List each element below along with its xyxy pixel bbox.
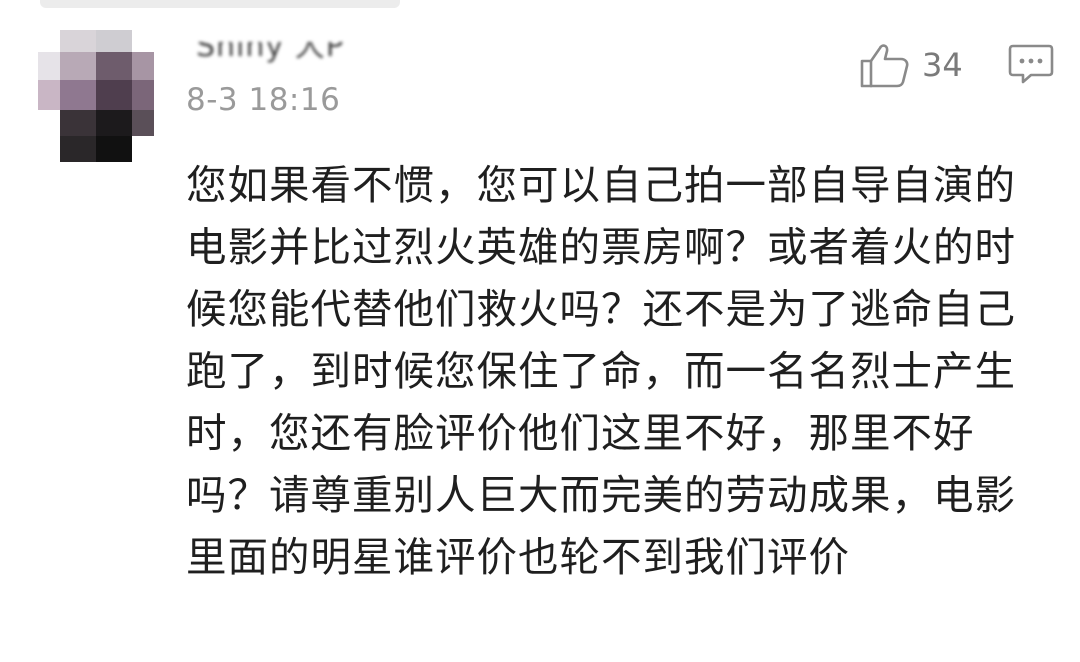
comment-bubble-icon	[1008, 44, 1054, 84]
like-count: 34	[922, 46, 963, 84]
thumbs-up-icon	[860, 44, 909, 88]
avatar-pixel	[96, 52, 132, 80]
avatar-pixel	[96, 110, 132, 136]
avatar-pixel	[96, 80, 132, 110]
timestamp: 8-3 18:16	[186, 82, 341, 118]
avatar-pixel	[132, 110, 154, 136]
previous-item-shadow	[40, 0, 400, 8]
avatar-pixel	[60, 110, 96, 136]
avatar-pixel	[132, 52, 154, 80]
avatar-pixel	[132, 80, 154, 110]
comment-text: 您如果看不惯，您可以自己拍一部自导自演的电影并比过烈火英雄的票房啊？或者着火的时…	[186, 161, 1016, 581]
avatar[interactable]	[38, 30, 154, 162]
username-text: Shiny 大P	[196, 42, 345, 64]
username[interactable]: Shiny 大P	[196, 42, 396, 68]
avatar-pixel	[60, 80, 96, 110]
like-button[interactable]: 34	[858, 40, 963, 90]
previous-item-edge	[0, 0, 1080, 14]
comment-item: Shiny 大P 8-3 18:16 34 您如果看不惯，您可以自己拍一部自导自…	[0, 14, 1080, 662]
avatar-pixel	[96, 136, 132, 162]
avatar-pixel	[60, 136, 96, 162]
avatar-pixel	[96, 30, 132, 52]
avatar-pixel	[60, 52, 96, 80]
avatar-pixel	[38, 80, 60, 110]
avatar-pixel	[38, 52, 60, 80]
avatar-pixel	[60, 30, 96, 52]
reply-button[interactable]	[1008, 42, 1054, 86]
